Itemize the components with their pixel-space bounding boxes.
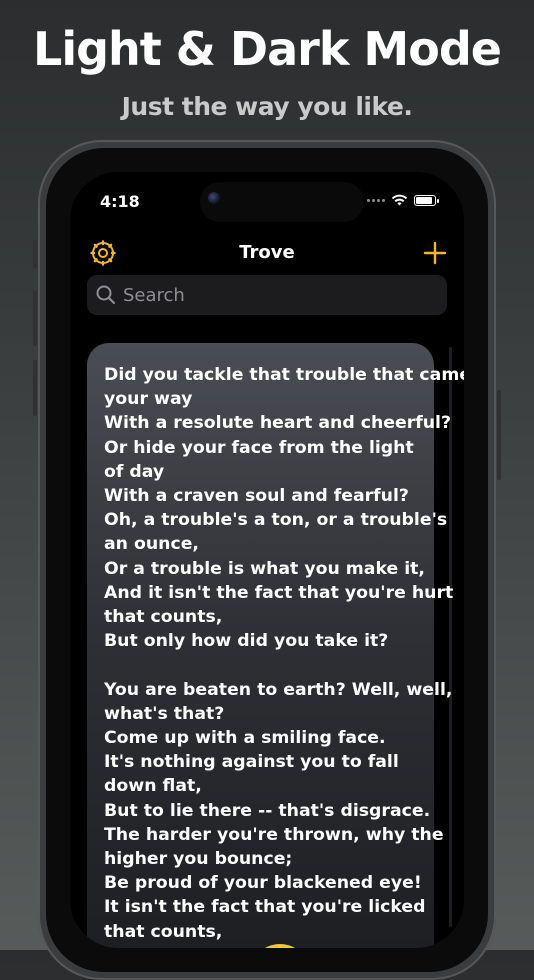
quote-line: Or a trouble is what you make it, [104,558,425,579]
quote-line: Did you tackle that trouble that came [104,365,464,385]
quote-line: You are beaten to earth? Well, well, [104,679,453,700]
search-input[interactable]: Search [87,275,447,315]
quote-line: The harder you're thrown, why the [104,824,444,845]
quote-line: Come up with a smiling face. [104,728,386,749]
status-icons [367,194,439,206]
battery-icon [414,194,439,206]
search-icon [96,285,116,305]
quote-line: Be proud of your blackened eye! [104,873,422,894]
quote-line: that counts, [104,921,223,942]
quote-line: your way [104,389,193,410]
quote-line: down flat, [104,776,202,797]
quote-line: It isn't the fact that you're licked [104,897,426,918]
quote-line: With a resolute heart and cheerful? [104,413,451,434]
quote-line: It's nothing against you to fall [104,752,399,773]
app-screen: 4:18 Trove Search Did you tackle that tr… [70,172,464,948]
search-placeholder: Search [123,284,185,306]
status-time: 4:18 [100,192,140,211]
quote-line: of day [104,461,165,482]
quote-line: Oh, a trouble's a ton, or a trouble's [104,510,448,531]
camera-icon [208,192,220,204]
phone-power-button [497,390,501,480]
promo-headline: Light & Dark Mode [33,22,502,76]
phone-volume-up-button [33,290,37,346]
scrollbar[interactable] [449,347,452,927]
quote-card[interactable]: Did you tackle that trouble that came you… [87,343,464,948]
quote-line: higher you bounce; [104,849,293,870]
quote-line: an ounce, [104,534,199,555]
dynamic-island [200,182,364,222]
phone-volume-down-button [33,360,37,416]
phone-bezel: 4:18 Trove Search Did you tackle that tr… [46,148,488,972]
quote-line: Or hide your face from the light [104,437,414,458]
quote-line: And it isn't the fact that you're hurt [104,582,454,603]
signal-dots-icon [367,198,385,202]
quote-line: But to lie there -- that's disgrace. [104,800,431,821]
quote-line: that counts, [104,607,223,628]
wifi-icon [391,194,408,206]
plus-icon[interactable] [422,240,448,266]
phone-frame: 4:18 Trove Search Did you tackle that tr… [33,140,501,980]
quote-line: But only how did you take it? [104,631,389,652]
quote-line: what's that? [104,703,225,724]
promo-subheadline: Just the way you like. [121,92,413,121]
phone-side-button [33,240,37,268]
stanza-break [104,653,416,677]
nav-title: Trove [239,242,295,263]
quote-line: With a craven soul and fearful? [104,486,409,507]
